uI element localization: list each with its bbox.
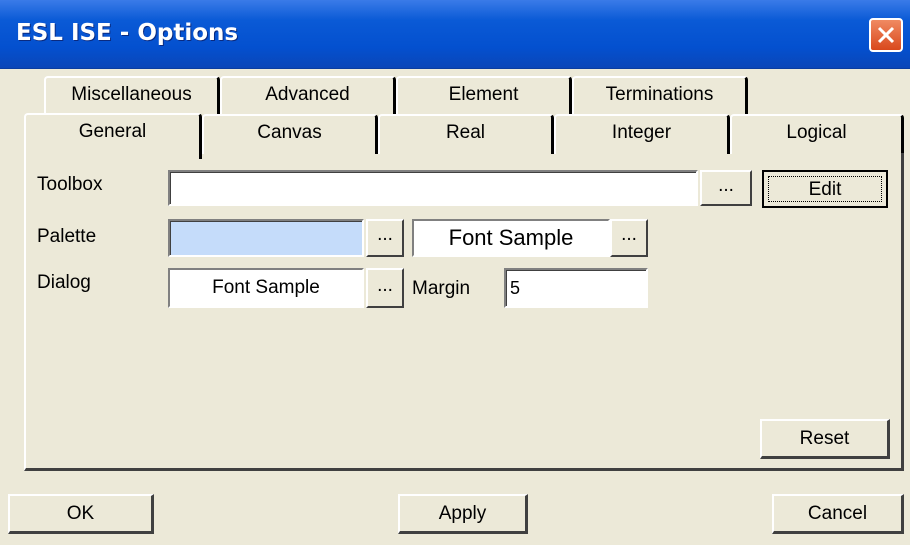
tab-terminations[interactable]: Terminations — [572, 76, 748, 116]
palette-font-sample: Font Sample — [412, 219, 610, 257]
palette-label: Palette — [37, 226, 97, 247]
tab-label: Element — [448, 84, 519, 105]
toolbox-input[interactable] — [168, 170, 698, 206]
apply-button[interactable]: Apply — [398, 494, 528, 534]
window-title: ESL ISE - Options — [16, 20, 239, 46]
dialog-label: Dialog — [37, 272, 91, 293]
tab-label: Terminations — [605, 84, 714, 105]
tab-advanced[interactable]: Advanced — [220, 76, 396, 116]
tab-label: Real — [445, 122, 486, 143]
palette-font-browse-button[interactable]: ... — [610, 219, 648, 257]
close-button[interactable] — [869, 18, 903, 52]
palette-color-browse-button[interactable]: ... — [366, 219, 404, 257]
close-icon — [877, 26, 895, 44]
tab-label: General — [78, 121, 147, 142]
tab-label: Canvas — [257, 122, 322, 143]
tab-integer[interactable]: Integer — [554, 114, 730, 154]
ok-button[interactable]: OK — [8, 494, 154, 534]
margin-input[interactable] — [504, 268, 648, 308]
tab-miscellaneous[interactable]: Miscellaneous — [44, 76, 220, 116]
dialog-font-sample: Font Sample — [168, 268, 364, 308]
edit-button-label: Edit — [768, 176, 882, 202]
toolbox-browse-button[interactable]: ... — [700, 170, 752, 206]
reset-button[interactable]: Reset — [760, 419, 890, 459]
cancel-button[interactable]: Cancel — [772, 494, 904, 534]
toolbox-label: Toolbox — [37, 174, 103, 195]
tab-label: Advanced — [265, 84, 350, 105]
tab-general[interactable]: General — [24, 113, 202, 159]
tab-element[interactable]: Element — [396, 76, 572, 116]
dialog-font-browse-button[interactable]: ... — [366, 268, 404, 308]
title-bar[interactable]: ESL ISE - Options — [0, 0, 910, 69]
tab-logical[interactable]: Logical — [730, 114, 904, 154]
tab-canvas[interactable]: Canvas — [202, 114, 378, 154]
palette-color-swatch[interactable] — [168, 219, 364, 257]
margin-label: Margin — [412, 278, 471, 299]
tab-label: Integer — [611, 122, 672, 143]
tab-label: Miscellaneous — [71, 84, 192, 105]
edit-button[interactable]: Edit — [762, 170, 888, 208]
tab-real[interactable]: Real — [378, 114, 554, 154]
tab-label: Logical — [786, 122, 847, 143]
options-dialog: ESL ISE - Options Miscellaneous Advanced… — [0, 0, 910, 545]
